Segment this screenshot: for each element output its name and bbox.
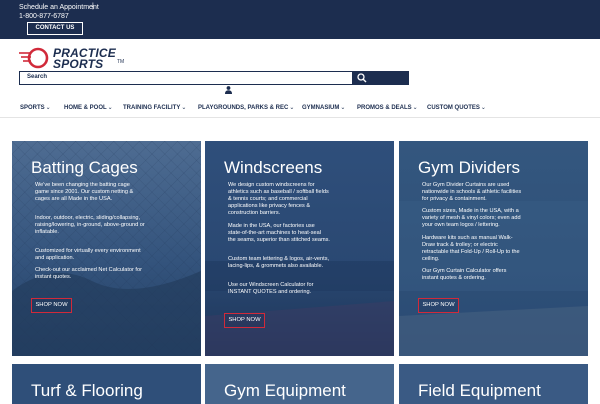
- main-navigation: SPORTS⌄ HOME & POOL⌄ TRAINING FACILITY⌄ …: [0, 98, 600, 118]
- nav-item-training-facility[interactable]: TRAINING FACILITY⌄: [123, 104, 186, 111]
- practice-sports-logo-icon: [19, 47, 49, 69]
- card-paragraph: We design custom windscreens for athleti…: [228, 182, 329, 216]
- nav-label: SPORTS: [20, 105, 45, 111]
- category-card-field-equipment[interactable]: Field Equipment: [399, 364, 588, 404]
- nav-item-sports[interactable]: SPORTS⌄: [20, 104, 51, 111]
- chevron-down-icon: ⌄: [289, 105, 295, 111]
- search-icon: [357, 73, 367, 83]
- search-input[interactable]: Search: [19, 71, 353, 85]
- card-title: Turf & Flooring: [31, 381, 143, 400]
- user-icon[interactable]: [225, 86, 232, 94]
- phone-number-link[interactable]: 1-800-877-6787: [19, 13, 69, 20]
- card-paragraph: Made in the USA, our factories use state…: [228, 223, 330, 243]
- shop-now-button[interactable]: SHOP NOW: [31, 298, 72, 313]
- chevron-down-icon: ⌄: [181, 105, 187, 111]
- logo-trademark: TM: [117, 59, 125, 65]
- card-paragraph: Custom team lettering & logos, air-vents…: [228, 256, 330, 269]
- card-paragraph: Indoor, outdoor, electric, sliding/colla…: [35, 215, 145, 235]
- category-card-batting-cages[interactable]: Batting Cages We've been changing the ba…: [12, 141, 201, 356]
- chevron-down-icon: ⌄: [107, 105, 113, 111]
- card-paragraph: Our Gym Curtain Calculator offers instan…: [422, 268, 507, 281]
- chevron-down-icon: ⌄: [45, 105, 51, 111]
- category-card-windscreens[interactable]: Windscreens We design custom windscreens…: [205, 141, 394, 356]
- card-paragraph: Our Gym Divider Curtains are used nation…: [422, 182, 522, 202]
- schedule-appointment-link[interactable]: Schedule an Appointment: [19, 4, 99, 11]
- card-title: Batting Cages: [31, 158, 138, 177]
- nav-item-playgrounds[interactable]: PLAYGROUNDS, PARKS & REC⌄: [198, 104, 294, 111]
- search-button[interactable]: [353, 71, 409, 85]
- nav-label: TRAINING FACILITY: [123, 105, 181, 111]
- practice-sports-logo[interactable]: PRACTICE SPORTS TM: [19, 46, 141, 71]
- nav-item-gymnasium[interactable]: GYMNASIUM⌄: [302, 104, 345, 111]
- nav-label: CUSTOM QUOTES: [427, 105, 480, 111]
- chevron-down-icon: ⌄: [412, 105, 418, 111]
- card-paragraph: We've been changing the batting cage gam…: [35, 182, 134, 202]
- search-label: Search: [27, 74, 48, 80]
- nav-label: HOME & POOL: [64, 105, 107, 111]
- shop-now-button[interactable]: SHOP NOW: [224, 313, 265, 328]
- chevron-down-icon: ⌄: [480, 105, 486, 111]
- nav-item-custom-quotes[interactable]: CUSTOM QUOTES⌄: [427, 104, 486, 111]
- card-paragraph: Check-out our acclaimed Net Calculator f…: [35, 267, 142, 280]
- shop-now-button[interactable]: SHOP NOW: [418, 298, 459, 313]
- card-paragraph: Hardware kits such as manual Walk-Draw t…: [422, 235, 520, 262]
- nav-item-home-pool[interactable]: HOME & POOL⌄: [64, 104, 113, 111]
- nav-label: PLAYGROUNDS, PARKS & REC: [198, 105, 289, 111]
- nav-label: PROMOS & DEALS: [357, 105, 412, 111]
- card-paragraph: Use our Windscreen Calculator for INSTAN…: [228, 282, 314, 295]
- category-card-turf-flooring[interactable]: Turf & Flooring: [12, 364, 201, 404]
- card-title: Gym Dividers: [418, 158, 521, 177]
- card-paragraph: Custom sizes, Made in the USA, with a va…: [422, 208, 521, 228]
- card-title: Windscreens: [224, 158, 323, 177]
- logo-word-sports: SPORTS: [53, 57, 104, 71]
- category-card-gym-dividers[interactable]: Gym Dividers Our Gym Divider Curtains ar…: [399, 141, 588, 356]
- topbar-separator: |: [92, 3, 94, 10]
- top-bar: Schedule an Appointment | 1-800-877-6787…: [0, 0, 600, 39]
- card-title: Field Equipment: [418, 381, 541, 400]
- card-title: Gym Equipment: [224, 381, 346, 400]
- contact-us-button[interactable]: CONTACT US: [27, 22, 83, 35]
- card-paragraph: Customized for virtually every environme…: [35, 248, 141, 261]
- chevron-down-icon: ⌄: [340, 105, 346, 111]
- nav-item-promos-deals[interactable]: PROMOS & DEALS⌄: [357, 104, 418, 111]
- category-card-gym-equipment[interactable]: Gym Equipment: [205, 364, 394, 404]
- nav-label: GYMNASIUM: [302, 105, 340, 111]
